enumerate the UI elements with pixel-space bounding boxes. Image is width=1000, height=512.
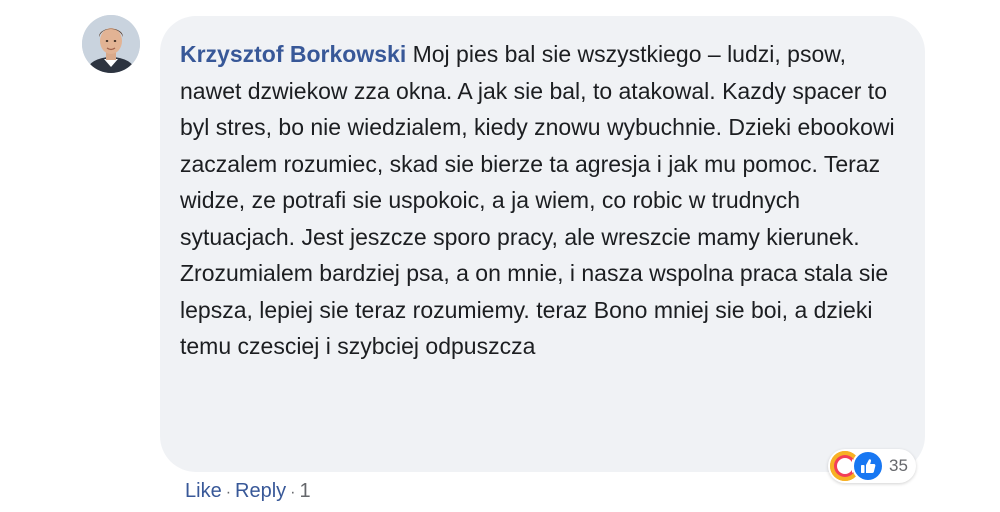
reactions-summary[interactable]: 35 [828,449,928,483]
separator: · [225,484,232,501]
comment-timestamp[interactable]: 1 [300,480,311,503]
comment-author-link[interactable]: Krzysztof Borkowski [180,41,406,67]
comment-body: Krzysztof Borkowski Moj pies bal sie wsz… [180,36,905,365]
reactions-pill[interactable]: 35 [828,449,916,483]
avatar[interactable] [82,15,140,73]
like-icon [852,450,884,482]
comment-actions: Like · Reply · 1 [185,480,311,503]
comment-bubble: Krzysztof Borkowski Moj pies bal sie wsz… [160,16,925,472]
comment-text: Moj pies bal sie wszystkiego – ludzi, ps… [180,41,895,359]
separator: · [290,484,296,501]
reply-button[interactable]: Reply [235,480,286,503]
like-button[interactable]: Like [185,480,222,503]
reaction-count: 35 [889,456,908,475]
